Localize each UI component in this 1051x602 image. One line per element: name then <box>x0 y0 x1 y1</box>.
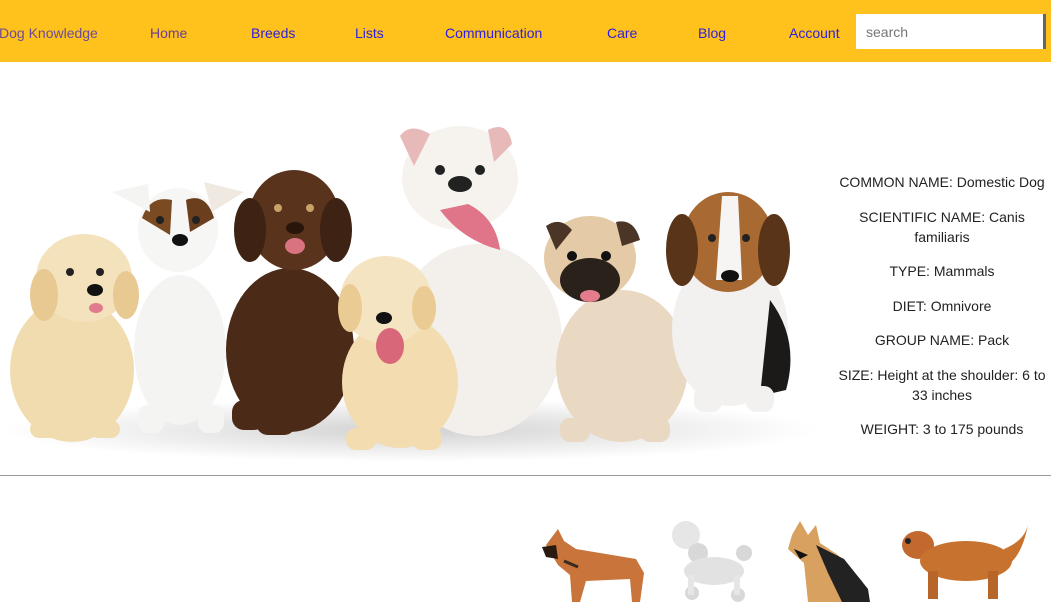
fact-size: SIZE: Height at the shoulder: 6 to 33 in… <box>838 366 1046 403</box>
nav-item-blog[interactable]: Blog <box>698 24 726 42</box>
fact-scientific-name: SCIENTIFIC NAME: Canis familiaris <box>859 208 1025 245</box>
dog-facts-panel: COMMON NAME: Domestic Dog SCIENTIFIC NAM… <box>833 172 1051 454</box>
nav-brand-link[interactable]: Dog Knowledge <box>0 24 98 42</box>
nav-item-account[interactable]: Account <box>789 24 840 42</box>
golden-retriever-icon <box>902 525 1028 599</box>
seven-puppies-image <box>0 126 820 462</box>
fact-common-name: COMMON NAME: Domestic Dog <box>839 174 1045 190</box>
fact-type: TYPE: Mammals <box>889 263 995 279</box>
nav-item-breeds[interactable]: Breeds <box>251 24 295 42</box>
top-navbar: Dog Knowledge Home Breeds Lists Communic… <box>0 0 1051 62</box>
golden-puppy-left <box>10 234 139 442</box>
nav-item-home[interactable]: Home <box>150 24 187 42</box>
german-shepherd-icon <box>788 521 870 602</box>
fact-group-name: GROUP NAME: Pack <box>874 332 1010 348</box>
nav-item-communication[interactable]: Communication <box>445 24 542 42</box>
search-input[interactable] <box>856 14 1046 49</box>
fact-diet: DIET: Omnivore <box>892 297 992 314</box>
boxer-icon <box>542 529 644 602</box>
fact-weight: WEIGHT: 3 to 175 pounds <box>860 421 1024 437</box>
nav-item-care[interactable]: Care <box>607 24 637 42</box>
poodle-icon <box>672 521 752 602</box>
chocolate-labrador-puppy <box>226 170 354 435</box>
section-divider <box>0 475 1051 476</box>
nav-item-lists[interactable]: Lists <box>355 24 384 42</box>
